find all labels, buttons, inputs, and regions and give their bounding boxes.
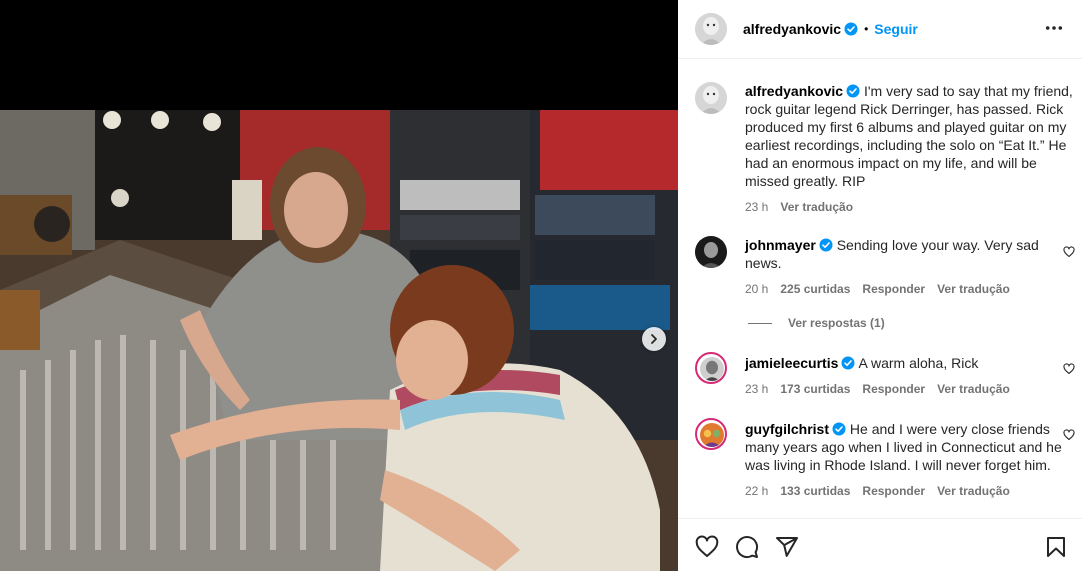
- commenter-avatar[interactable]: [695, 418, 727, 450]
- comment-text: A warm aloha, Rick: [858, 355, 979, 371]
- comment-reply-button[interactable]: Responder: [862, 280, 925, 298]
- heart-icon[interactable]: [1063, 363, 1075, 375]
- comment-meta: 22 h 133 curtidas Responder Ver tradução: [745, 482, 1075, 500]
- commenter-username[interactable]: jamieleecurtis: [745, 355, 838, 371]
- verified-badge-icon: [841, 356, 855, 370]
- comment-likes[interactable]: 173 curtidas: [780, 380, 850, 398]
- comment-time: 22 h: [745, 484, 769, 498]
- comment-translate-link[interactable]: Ver tradução: [937, 380, 1010, 398]
- caption-meta: 23 h Ver tradução: [745, 198, 1075, 216]
- post-action-bar: [678, 518, 1082, 571]
- comment-reply-button[interactable]: Responder: [862, 482, 925, 500]
- post-photo: [0, 110, 678, 571]
- chevron-right-icon: [651, 334, 657, 344]
- comment-likes[interactable]: 133 curtidas: [780, 482, 850, 500]
- comment-text-block: guyfgilchrist He and I were very close f…: [745, 420, 1075, 474]
- comment-meta: 20 h 225 curtidas Responder Ver tradução: [745, 280, 1075, 298]
- heart-icon[interactable]: [1063, 429, 1075, 441]
- comment-text-block: johnmayer Sending love your way. Very sa…: [745, 236, 1075, 272]
- comment-translate-link[interactable]: Ver tradução: [937, 280, 1010, 298]
- view-replies-label[interactable]: Ver respostas (1): [788, 316, 885, 330]
- follow-button[interactable]: Seguir: [874, 21, 918, 37]
- verified-badge-icon: [846, 84, 860, 98]
- view-replies-button[interactable]: Ver respostas (1): [748, 316, 885, 330]
- comment-text-block: jamieleecurtis A warm aloha, Rick: [745, 354, 1075, 372]
- comment-time: 23 h: [745, 382, 769, 396]
- comments-section[interactable]: alfredyankovic I'm very sad to say that …: [678, 60, 1082, 518]
- commenter-username[interactable]: guyfgilchrist: [745, 421, 829, 437]
- author-avatar[interactable]: [695, 13, 727, 45]
- verified-badge-icon: [832, 422, 846, 436]
- commenter-avatar[interactable]: [695, 236, 727, 268]
- caption-text-block: alfredyankovic I'm very sad to say that …: [745, 82, 1075, 190]
- replies-divider: [748, 322, 772, 324]
- next-photo-button[interactable]: [642, 327, 666, 351]
- caption-time: 23 h: [745, 200, 769, 214]
- comment-translate-link[interactable]: Ver tradução: [937, 482, 1010, 500]
- caption-translate-link[interactable]: Ver tradução: [780, 198, 853, 216]
- save-button[interactable]: [1044, 535, 1068, 559]
- comment-button[interactable]: [735, 535, 759, 559]
- comment-meta: 23 h 173 curtidas Responder Ver tradução: [745, 380, 1075, 398]
- verified-badge-icon: [844, 22, 858, 36]
- like-button[interactable]: [695, 535, 719, 559]
- share-button[interactable]: [775, 535, 799, 559]
- verified-badge-icon: [819, 238, 833, 252]
- comment-likes[interactable]: 225 curtidas: [780, 280, 850, 298]
- comment-time: 20 h: [745, 282, 769, 296]
- commenter-username[interactable]: johnmayer: [745, 237, 816, 253]
- more-options-button[interactable]: [1044, 18, 1064, 38]
- post-header: alfredyankovic • Seguir: [678, 0, 1082, 59]
- comment-reply-button[interactable]: Responder: [862, 380, 925, 398]
- heart-icon: [695, 535, 719, 557]
- comment-icon: [736, 536, 759, 559]
- author-username[interactable]: alfredyankovic: [743, 21, 841, 37]
- commenter-avatar[interactable]: [695, 352, 727, 384]
- post-media: [0, 0, 678, 571]
- share-icon: [776, 537, 798, 557]
- separator-dot: •: [864, 22, 869, 36]
- caption-username[interactable]: alfredyankovic: [745, 83, 843, 99]
- bookmark-icon: [1047, 537, 1065, 557]
- post-side-panel: alfredyankovic • Seguir alfredyankovic I…: [678, 0, 1082, 571]
- heart-icon[interactable]: [1063, 246, 1075, 258]
- author-avatar[interactable]: [695, 82, 727, 114]
- more-options-icon: [1045, 26, 1063, 30]
